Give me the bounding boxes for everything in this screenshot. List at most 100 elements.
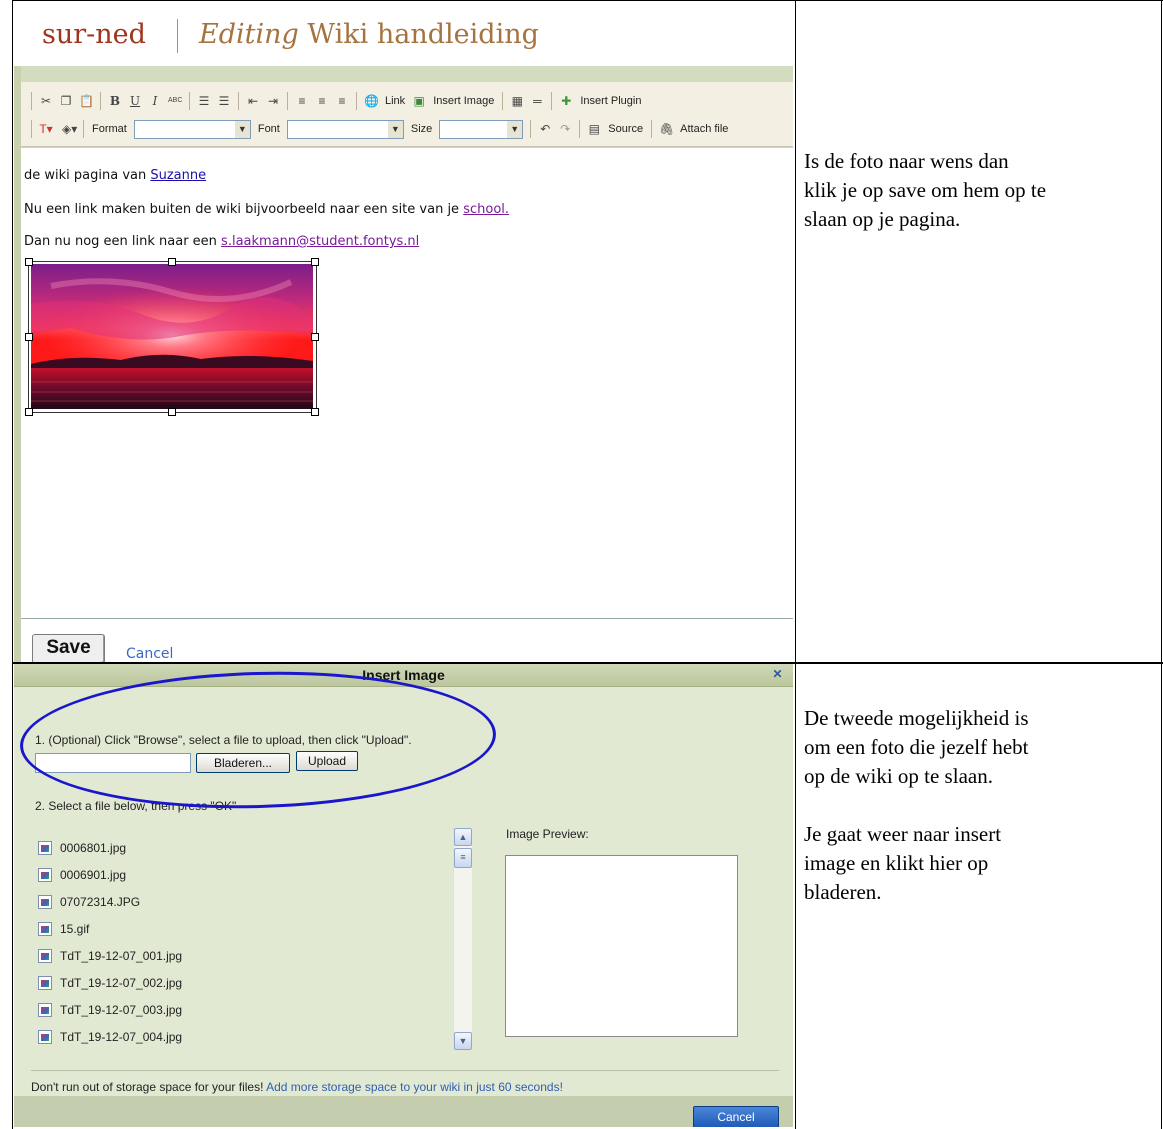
toolbar-divider [100,92,101,110]
resize-handle[interactable] [311,258,319,266]
suzanne-link[interactable]: Suzanne [150,168,206,183]
list-item[interactable]: TdT_19-12-07_004.jpg [38,1027,182,1047]
insert-image-dialog-screenshot: Insert Image ✕ 1. (Optional) Click "Brow… [14,664,793,1127]
file-name: 0006901.jpg [60,868,127,882]
list-item[interactable]: TdT_19-12-07_002.jpg [38,973,182,993]
list-item[interactable]: TdT_19-12-07_001.jpg [38,946,182,966]
file-name: 0006801.jpg [60,841,127,855]
underline-icon[interactable]: U [128,94,142,108]
size-select[interactable]: ▼ [439,119,524,139]
resize-handle[interactable] [168,258,176,266]
link-globe-icon[interactable]: 🌐 [364,94,379,108]
list-item[interactable]: 07072314.JPG [38,892,140,912]
toolbar-divider [83,120,84,138]
image-preview-label: Image Preview: [506,827,589,841]
undo-icon[interactable]: ↶ [538,122,552,136]
table-icon[interactable]: ▦ [510,94,524,108]
numbered-list-icon[interactable]: ☰ [197,94,211,108]
file-name: TdT_19-12-07_003.jpg [60,1003,183,1017]
copy-icon[interactable]: ❐ [59,94,73,108]
toolbar-grip [31,120,32,138]
save-button[interactable]: Save [32,634,105,662]
link-button[interactable]: Link [385,95,405,107]
storage-notice: Don't run out of storage space for your … [31,1080,563,1094]
source-button[interactable]: Source [608,123,643,135]
plugin-icon[interactable]: ✚ [559,94,573,108]
file-name: TdT_19-12-07_002.jpg [60,976,183,990]
image-file-icon [38,922,52,936]
image-file-icon [38,976,52,990]
browse-button[interactable]: Bladeren... [196,753,290,773]
insert-image-icon[interactable]: ▣ [412,94,426,108]
image-preview-box [505,855,738,1037]
scroll-down-icon[interactable]: ▼ [454,1032,472,1050]
chevron-down-icon: ▼ [234,120,250,138]
indent-icon[interactable]: ⇥ [266,94,280,108]
file-name: TdT_19-12-07_001.jpg [60,949,183,963]
site-name[interactable]: sur-ned [42,19,146,50]
resize-handle[interactable] [311,333,319,341]
align-left-icon[interactable]: ≡ [295,94,309,108]
toolbar-divider [579,120,581,138]
resize-handle[interactable] [25,408,33,416]
school-link[interactable]: school. [463,202,509,217]
page-name: Wiki handleiding [307,19,539,50]
table-border-middle [795,0,796,1129]
text-color-icon[interactable]: T▾ [39,122,53,136]
instruction-line: Is de foto naar wens dan [804,149,1009,173]
format-label: Format [92,123,127,135]
left-rail [14,66,21,662]
editor-toolbar: ✂ ❐ 📋 B U I ABC ☰ ☰ ⇤ ⇥ ≡ ≡ ≡ 🌐 Link ▣ I… [21,82,793,147]
divider [31,1070,779,1071]
upload-button[interactable]: Upload [296,751,358,771]
scroll-thumb[interactable]: ≡ [454,848,472,868]
bold-icon[interactable]: B [108,94,122,108]
instruction-line: Je gaat weer naar insert [804,822,1002,846]
close-icon[interactable]: ✕ [770,667,785,682]
resize-handle[interactable] [25,333,33,341]
align-center-icon[interactable]: ≡ [315,94,329,108]
scroll-up-icon[interactable]: ▲ [454,828,472,846]
format-select[interactable]: ▼ [133,119,251,139]
list-item[interactable]: 15.gif [38,919,89,939]
outdent-icon[interactable]: ⇤ [246,94,260,108]
resize-handle[interactable] [168,408,176,416]
horizontal-rule-icon[interactable]: ═ [530,94,544,108]
cancel-link[interactable]: Cancel [126,646,173,662]
source-icon[interactable]: ▤ [587,122,601,136]
dialog-cancel-button[interactable]: Cancel [693,1106,779,1127]
storage-text: Don't run out of storage space for your … [31,1080,267,1094]
resize-handle[interactable] [25,258,33,266]
italic-icon[interactable]: I [148,94,162,108]
image-file-icon [38,1003,52,1017]
instruction-line: De tweede mogelijkheid is [804,706,1029,730]
redo-icon[interactable]: ↷ [558,122,572,136]
list-item[interactable]: 0006901.jpg [38,865,126,885]
align-right-icon[interactable]: ≡ [335,94,349,108]
insert-plugin-button[interactable]: Insert Plugin [580,95,641,107]
image-file-icon [38,1030,52,1044]
cut-icon[interactable]: ✂ [39,94,53,108]
insert-image-button[interactable]: Insert Image [433,95,494,107]
dialog-footer [14,1096,793,1127]
paste-icon[interactable]: 📋 [79,94,94,108]
attach-file-button[interactable]: Attach file [680,123,728,135]
file-list-scrollbar[interactable]: ▲ ≡ ▼ [453,828,472,1050]
file-path-input[interactable] [35,753,191,773]
instruction-line: op de wiki op te slaan. [804,764,993,788]
rich-text-edit-area[interactable]: de wiki pagina van Suzanne Nu een link m… [21,147,793,619]
bullet-list-icon[interactable]: ☰ [217,94,231,108]
bottom-instruction: De tweede mogelijkheid is om een foto di… [804,704,1029,907]
strikethrough-icon[interactable]: ABC [168,94,182,108]
background-color-icon[interactable]: ◈▾ [62,122,77,136]
list-item[interactable]: 0006801.jpg [38,838,126,858]
step1-instruction: 1. (Optional) Click "Browse", select a f… [35,733,412,747]
paperclip-icon[interactable]: 🖇 [659,122,674,136]
font-select[interactable]: ▼ [286,119,404,139]
email-link[interactable]: s.laakmann@student.fontys.nl [221,234,419,249]
add-storage-link[interactable]: Add more storage space to your wiki in j… [266,1080,563,1094]
instruction-line: slaan op je pagina. [804,207,961,231]
list-item[interactable]: TdT_19-12-07_003.jpg [38,1000,182,1020]
resize-handle[interactable] [311,408,319,416]
toolbar-divider [287,92,288,110]
